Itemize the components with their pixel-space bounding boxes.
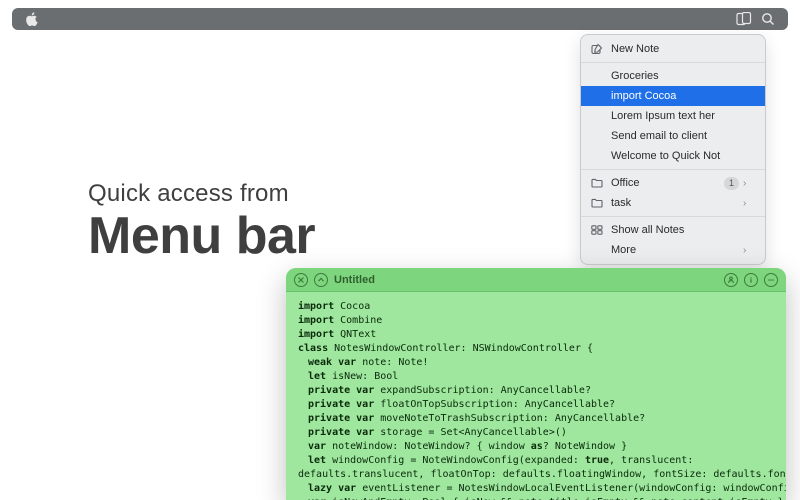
folder-item[interactable]: Office 1 › — [581, 173, 765, 193]
recent-note-label: Lorem Ipsum text her — [611, 110, 755, 122]
new-note-label: New Note — [611, 43, 755, 55]
more-icon[interactable] — [764, 273, 778, 287]
grid-icon — [589, 225, 605, 235]
apple-logo-icon[interactable] — [22, 9, 42, 29]
tagline-line1: Quick access from — [88, 180, 315, 208]
folder-label: Office — [611, 177, 724, 189]
show-all-notes-item[interactable]: Show all Notes — [581, 220, 765, 240]
recent-note-item[interactable]: Lorem Ipsum text her — [581, 106, 765, 126]
recent-note-item[interactable]: import Cocoa — [581, 86, 765, 106]
separator — [581, 169, 765, 170]
collapse-icon[interactable] — [314, 273, 328, 287]
folder-icon — [589, 198, 605, 208]
chevron-right-icon: › — [743, 178, 755, 189]
more-label: More — [611, 244, 743, 256]
note-titlebar[interactable]: Untitled — [286, 268, 786, 292]
recent-note-label: Groceries — [611, 70, 755, 82]
separator — [581, 216, 765, 217]
chevron-right-icon: › — [743, 198, 755, 209]
recent-note-label: Send email to client — [611, 130, 755, 142]
recent-note-label: Welcome to Quick Not — [611, 150, 755, 162]
recent-note-item[interactable]: Groceries — [581, 66, 765, 86]
close-icon[interactable] — [294, 273, 308, 287]
separator — [581, 62, 765, 63]
marketing-tagline: Quick access from Menu bar — [88, 180, 315, 266]
recent-note-item[interactable]: Send email to client — [581, 126, 765, 146]
tagline-line2: Menu bar — [88, 206, 315, 266]
more-item[interactable]: More › — [581, 240, 765, 260]
folder-label: task — [611, 197, 743, 209]
note-window: Untitled import Cocoaimport Combineimpor… — [286, 268, 786, 500]
folder-item[interactable]: task › — [581, 193, 765, 213]
new-note-item[interactable]: New Note — [581, 39, 765, 59]
folder-count-badge: 1 — [724, 177, 739, 190]
share-icon[interactable] — [724, 273, 738, 287]
compose-icon — [589, 43, 605, 55]
note-title: Untitled — [334, 274, 375, 286]
note-body[interactable]: import Cocoaimport Combineimport QNTextc… — [286, 292, 786, 500]
quicknotes-menubar-icon[interactable] — [734, 9, 754, 29]
recent-note-item[interactable]: Welcome to Quick Not — [581, 146, 765, 166]
chevron-right-icon: › — [743, 245, 755, 256]
search-icon[interactable] — [758, 9, 778, 29]
show-all-label: Show all Notes — [611, 224, 755, 236]
folder-icon — [589, 178, 605, 188]
menubar-dropdown: New Note Groceries import Cocoa Lorem Ip… — [580, 34, 766, 265]
recent-note-label: import Cocoa — [611, 90, 755, 102]
menubar — [12, 8, 788, 30]
info-icon[interactable] — [744, 273, 758, 287]
